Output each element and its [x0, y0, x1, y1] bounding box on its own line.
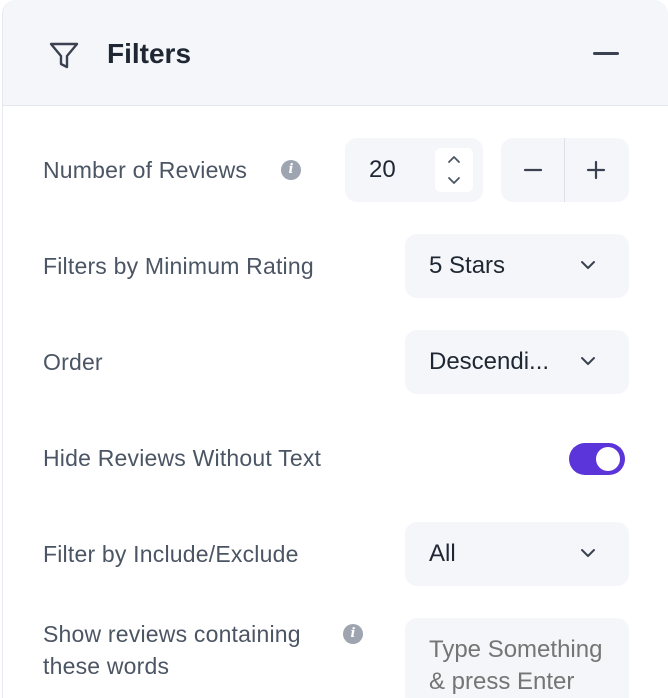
toggle-knob — [596, 447, 620, 471]
number-of-reviews-input[interactable]: 20 — [345, 138, 483, 202]
panel-title: Filters — [107, 38, 192, 69]
funnel-icon — [49, 42, 79, 69]
min-rating-select[interactable]: 5 Stars — [405, 234, 629, 298]
order-label: Order — [43, 349, 103, 375]
containing-words-label-line2: these words — [43, 653, 170, 679]
include-exclude-select[interactable]: All — [405, 522, 629, 586]
containing-words-field[interactable] — [405, 618, 629, 698]
include-exclude-label: Filter by Include/Exclude — [43, 541, 299, 567]
min-rating-value: 5 Stars — [429, 252, 506, 279]
reviews-stepper — [501, 138, 629, 202]
containing-words-label-line1: Show reviews containing — [43, 621, 301, 647]
number-of-reviews-value[interactable]: 20 — [369, 154, 396, 186]
increment-button[interactable] — [565, 138, 629, 202]
info-icon[interactable]: i — [281, 160, 301, 180]
filters-header[interactable]: Filters — [3, 0, 668, 106]
chevron-down-icon — [581, 261, 595, 269]
order-value: Descendi... — [429, 348, 550, 375]
hide-without-text-toggle[interactable] — [569, 443, 625, 475]
decrement-button[interactable] — [501, 138, 565, 202]
chevron-up-icon[interactable] — [435, 148, 473, 170]
min-rating-label: Filters by Minimum Rating — [43, 253, 314, 279]
chevron-down-icon[interactable] — [435, 170, 473, 192]
minus-icon[interactable] — [593, 52, 619, 55]
number-of-reviews-label: Number of Reviews — [43, 157, 248, 183]
include-exclude-value: All — [429, 540, 456, 567]
number-spinner — [435, 148, 473, 192]
chevron-down-icon — [581, 549, 595, 557]
chevron-down-icon — [581, 357, 595, 365]
order-select[interactable]: Descendi... — [405, 330, 629, 394]
containing-words-input[interactable] — [429, 634, 625, 698]
filters-panel: Filters Number of Reviews i 20 Filters b… — [2, 0, 668, 698]
hide-without-text-label: Hide Reviews Without Text — [43, 445, 322, 471]
info-icon[interactable]: i — [343, 624, 363, 644]
